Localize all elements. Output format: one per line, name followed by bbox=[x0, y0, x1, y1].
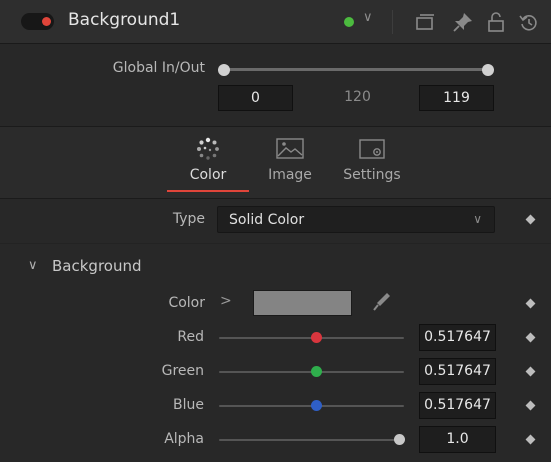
global-duration: 120 bbox=[344, 89, 371, 105]
tab-settings-label: Settings bbox=[343, 167, 401, 183]
section-background-label: Background bbox=[52, 257, 142, 275]
tab-image[interactable]: Image bbox=[250, 127, 330, 199]
reset-icon[interactable] bbox=[518, 11, 540, 33]
global-range-track[interactable] bbox=[224, 68, 488, 71]
slider-knob[interactable] bbox=[311, 366, 322, 377]
color-label: Color bbox=[168, 295, 205, 311]
color-icon bbox=[197, 137, 219, 160]
active-tab-underline bbox=[167, 190, 249, 192]
versions-icon[interactable] bbox=[414, 11, 436, 33]
keyframe-diamond[interactable] bbox=[525, 366, 536, 377]
global-in-handle[interactable] bbox=[218, 64, 230, 76]
global-in-field[interactable]: 0 bbox=[218, 85, 293, 111]
expand-chevron-icon[interactable]: > bbox=[220, 293, 232, 309]
keyframe-diamond-type[interactable] bbox=[525, 214, 536, 225]
pin-icon[interactable] bbox=[452, 11, 474, 33]
keyframe-diamond-color[interactable] bbox=[525, 298, 536, 309]
keyframe-diamond[interactable] bbox=[525, 332, 536, 343]
status-dot[interactable] bbox=[344, 17, 354, 27]
color-swatch[interactable] bbox=[253, 290, 352, 316]
channel-value-field[interactable]: 1.0 bbox=[419, 426, 496, 453]
node-title: Background1 bbox=[68, 10, 181, 30]
section-chevron-icon: ∨ bbox=[28, 258, 38, 273]
type-select-value: Solid Color bbox=[229, 212, 305, 228]
channel-value-field[interactable]: 0.517647 bbox=[419, 324, 496, 351]
eyedropper-icon[interactable] bbox=[371, 290, 393, 314]
channel-value-field[interactable]: 0.517647 bbox=[419, 392, 496, 419]
channel-label: Red bbox=[177, 329, 204, 345]
settings-icon bbox=[359, 139, 385, 159]
type-select[interactable]: Solid Color ∨ bbox=[217, 206, 495, 233]
divider-type bbox=[0, 243, 551, 244]
global-in-out-label: Global In/Out bbox=[112, 60, 205, 76]
tab-color[interactable]: Color bbox=[167, 127, 249, 199]
image-icon bbox=[276, 138, 304, 159]
keyframe-diamond[interactable] bbox=[525, 400, 536, 411]
chevron-down-icon: ∨ bbox=[473, 212, 482, 226]
channel-value-field[interactable]: 0.517647 bbox=[419, 358, 496, 385]
node-header: Background1 ∨ bbox=[0, 0, 551, 44]
divider-tabs bbox=[0, 198, 551, 199]
tab-color-label: Color bbox=[189, 167, 227, 183]
slider-knob[interactable] bbox=[394, 434, 405, 445]
slider-knob[interactable] bbox=[311, 400, 322, 411]
toggle-dot bbox=[42, 17, 51, 26]
divider-top bbox=[0, 126, 551, 127]
tab-bar: Color Image Settings bbox=[0, 127, 551, 199]
keyframe-diamond[interactable] bbox=[525, 434, 536, 445]
channel-label: Blue bbox=[173, 397, 204, 413]
lock-icon[interactable] bbox=[485, 11, 507, 33]
node-enable-toggle[interactable] bbox=[21, 13, 54, 30]
type-label: Type bbox=[172, 211, 205, 227]
channel-label: Alpha bbox=[164, 431, 204, 447]
channel-label: Green bbox=[161, 363, 204, 379]
tab-settings[interactable]: Settings bbox=[334, 127, 410, 199]
section-background[interactable]: ∨ Background bbox=[0, 251, 551, 283]
slider-knob[interactable] bbox=[311, 332, 322, 343]
slider-track[interactable] bbox=[219, 439, 404, 441]
header-separator bbox=[392, 10, 393, 34]
chevron-down-icon[interactable]: ∨ bbox=[363, 10, 373, 25]
global-out-handle[interactable] bbox=[482, 64, 494, 76]
tab-image-label: Image bbox=[268, 167, 312, 183]
global-out-field[interactable]: 119 bbox=[419, 85, 494, 111]
